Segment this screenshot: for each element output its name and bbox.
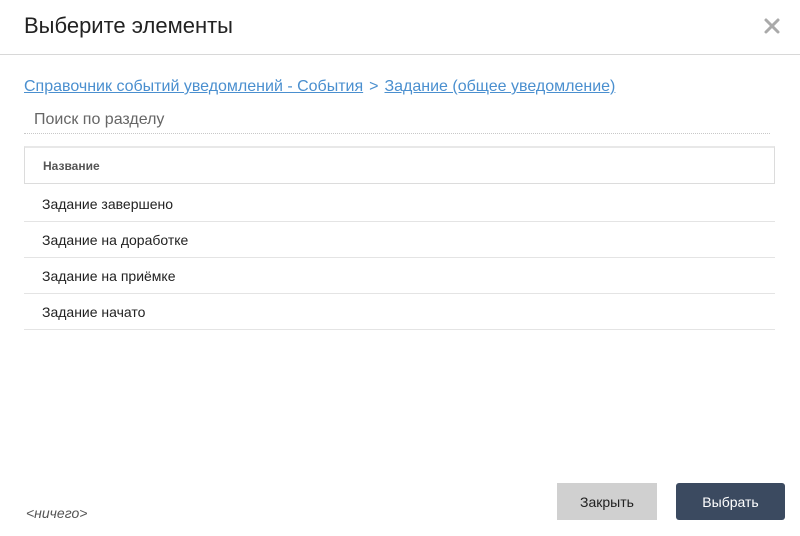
dialog-header: Выберите элементы (0, 0, 800, 55)
table-row[interactable]: Задание начато (24, 294, 775, 330)
table-row[interactable]: Задание на приёмке (24, 258, 775, 294)
selection-status: <ничего> (26, 505, 88, 521)
dialog-title: Выберите элементы (24, 13, 233, 38)
close-button[interactable]: Закрыть (557, 483, 657, 520)
table-row[interactable]: Задание на доработке (24, 222, 775, 258)
breadcrumb-separator: > (369, 78, 379, 95)
close-icon[interactable] (762, 16, 782, 36)
select-items-dialog: Выберите элементы Справочник событий уве… (0, 0, 800, 536)
column-header-name[interactable]: Название (24, 146, 775, 184)
search-input[interactable] (24, 106, 770, 134)
table-row[interactable]: Задание завершено (24, 186, 775, 222)
breadcrumb-item-events[interactable]: Справочник событий уведомлений - События (24, 78, 363, 95)
items-table: Название Задание завершено Задание на до… (24, 146, 775, 330)
breadcrumb: Справочник событий уведомлений - События… (24, 78, 615, 96)
breadcrumb-item-task[interactable]: Задание (общее уведомление) (384, 78, 615, 95)
select-button[interactable]: Выбрать (676, 483, 785, 520)
